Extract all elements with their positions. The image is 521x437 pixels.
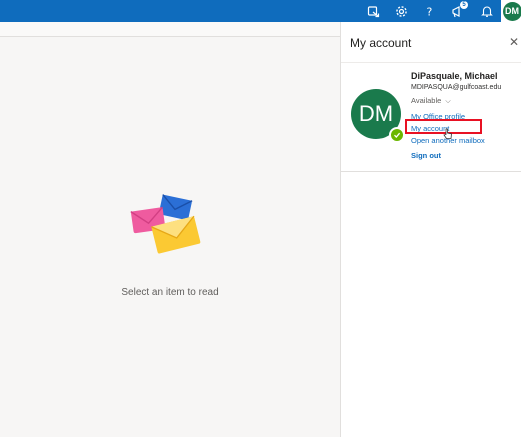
hand-cursor-icon [443,127,453,145]
svg-text:?: ? [426,5,432,18]
open-another-mailbox-link[interactable]: Open another mailbox [411,136,501,145]
presence-available-icon [389,127,405,143]
command-bar [0,22,340,37]
help-icon[interactable]: ? [420,2,438,20]
chevron-down-icon: ⌵ [445,98,451,105]
user-name: DiPasquale, Michael [411,71,498,81]
avatar: DM [503,2,521,21]
panel-title: My account [350,36,412,50]
bell-icon[interactable] [478,2,496,20]
user-email: MDIPASQUA@gulfcoast.edu [411,84,502,91]
presence-status-label: Available [411,96,442,105]
sign-out-link[interactable]: Sign out [411,151,501,160]
account-info: DiPasquale, Michael MDIPASQUA@gulfcoast.… [411,71,501,160]
notification-badge: 5 [460,1,468,9]
empty-reading-message: Select an item to read [121,287,219,298]
top-app-bar: ? 5 DM [0,0,521,22]
settings-icon[interactable] [392,2,410,20]
empty-mail-illustration [128,193,206,264]
meet-now-icon[interactable] [364,2,382,20]
my-account-panel: My account ✕ DM DiPasquale, Michael MDIP… [340,22,521,437]
close-icon[interactable]: ✕ [509,35,519,49]
presence-status-dropdown[interactable]: Available ⌵ [411,96,501,106]
account-card: DM DiPasquale, Michael MDIPASQUA@gulfcoa… [341,62,521,172]
reading-pane: Select an item to read [0,37,340,437]
account-manager-button[interactable]: DM [501,0,521,22]
announcement-icon[interactable]: 5 [448,1,468,20]
